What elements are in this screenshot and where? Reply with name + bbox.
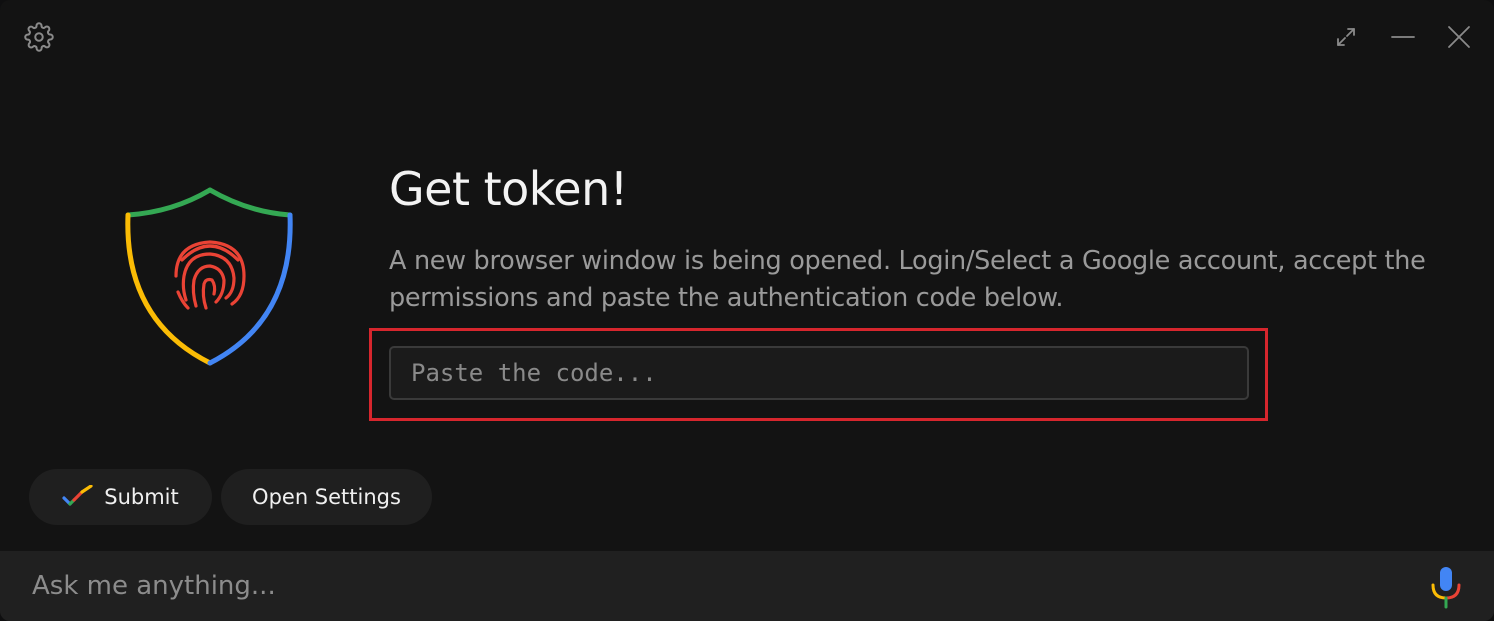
microphone-icon bbox=[1431, 567, 1461, 609]
submit-label: Submit bbox=[104, 485, 179, 509]
settings-button[interactable] bbox=[21, 19, 57, 55]
minimize-button[interactable] bbox=[1385, 19, 1421, 55]
checkmark-icon bbox=[62, 485, 94, 509]
close-icon bbox=[1448, 26, 1470, 48]
ask-input[interactable] bbox=[32, 561, 1382, 611]
open-settings-button[interactable]: Open Settings bbox=[221, 469, 432, 525]
submit-button[interactable]: Submit bbox=[29, 469, 212, 525]
expand-icon bbox=[1337, 28, 1355, 46]
minimize-icon bbox=[1391, 36, 1415, 38]
instruction-text: A new browser window is being opened. Lo… bbox=[389, 246, 1426, 313]
microphone-button[interactable] bbox=[1428, 565, 1464, 611]
gear-icon bbox=[24, 22, 54, 52]
shield-fingerprint-icon bbox=[125, 187, 293, 366]
expand-button[interactable] bbox=[1328, 19, 1364, 55]
close-button[interactable] bbox=[1441, 19, 1477, 55]
page-title: Get token! bbox=[389, 162, 628, 216]
open-settings-label: Open Settings bbox=[252, 485, 401, 509]
ask-bar bbox=[0, 551, 1494, 621]
app-window: Get token! A new browser window is being… bbox=[0, 0, 1494, 621]
code-input[interactable] bbox=[389, 346, 1249, 400]
